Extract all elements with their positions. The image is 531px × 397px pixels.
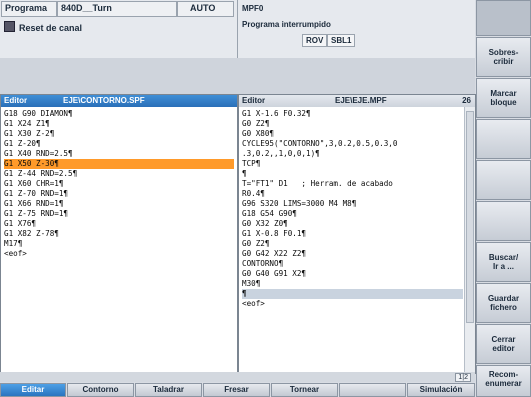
code-line[interactable]: G96 S320 LIMS=3000 M4 M8¶ [242, 199, 463, 209]
code-line[interactable]: G18 G54 G90¶ [242, 209, 463, 219]
current-code-line[interactable]: ¶ [242, 289, 463, 299]
scrollbar-thumb[interactable] [466, 111, 474, 323]
left-editor-label: Editor [4, 96, 28, 105]
code-line[interactable]: G1 X30 Z-2¶ [4, 129, 234, 139]
code-line[interactable]: G1 Z-44 RND=2.5¶ [4, 169, 234, 179]
code-line[interactable]: CONTORNO¶ [242, 259, 463, 269]
tab-mill[interactable]: Fresar [203, 383, 270, 397]
tab-turn[interactable]: Tornear [271, 383, 338, 397]
tab-contour[interactable]: Contorno [67, 383, 134, 397]
reset-icon [4, 21, 15, 32]
code-line[interactable]: ¶ [242, 169, 463, 179]
left-code-list[interactable]: G18 G90 DIAMON¶ G1 X24 Z1¶ G1 X30 Z-2¶ G… [1, 107, 237, 259]
code-line[interactable]: G1 X66 RND=1¶ [4, 199, 234, 209]
code-line[interactable]: G1 Z-20¶ [4, 139, 234, 149]
page-indicator: 1|2 [455, 373, 471, 382]
search-goto-button[interactable]: Buscar/ Ir a ... [476, 242, 531, 282]
code-line[interactable]: <eof> [4, 249, 234, 259]
code-line[interactable]: M30¶ [242, 279, 463, 289]
operating-mode: AUTO [190, 3, 216, 13]
code-line[interactable]: G0 Z2¶ [242, 119, 463, 129]
right-code-list[interactable]: G1 X-1.6 F0.32¶ G0 Z2¶ G0 X80¶ CYCLE95("… [239, 107, 475, 309]
header-divider [237, 0, 238, 58]
right-editor-label: Editor [242, 96, 266, 105]
program-status: Programa interrumpido [242, 20, 331, 29]
status-line [0, 372, 475, 382]
reset-text: Reset de canal [19, 23, 83, 33]
tab-empty[interactable] [339, 383, 406, 397]
code-line[interactable]: <eof> [242, 299, 463, 309]
save-file-button[interactable]: Guardar fichero [476, 283, 531, 323]
code-line[interactable]: G1 X-0.8 F0.1¶ [242, 229, 463, 239]
code-line[interactable]: G1 X82 Z-78¶ [4, 229, 234, 239]
close-editor-button[interactable]: Cerrar editor [476, 324, 531, 364]
code-line[interactable]: G0 G40 G91 X2¶ [242, 269, 463, 279]
channel-reset-status: Reset de canal [4, 21, 82, 33]
softkey-blank-top [476, 0, 531, 36]
code-line[interactable]: R0.4¶ [242, 189, 463, 199]
left-editor-title: Editor EJE\CONTORNO.SPF [1, 95, 237, 107]
code-line[interactable]: G1 X60 CHR=1¶ [4, 179, 234, 189]
sbl-indicator: SBL1 [327, 34, 356, 47]
right-editor-title: Editor EJE\EJE.MPF 26 [239, 95, 475, 107]
code-line[interactable]: G1 Z-70 RND=1¶ [4, 189, 234, 199]
code-line[interactable]: G1 Z-75 RND=1¶ [4, 209, 234, 219]
code-line[interactable]: G0 G42 X22 Z2¶ [242, 249, 463, 259]
softkey-empty-3[interactable] [476, 119, 531, 159]
code-line[interactable]: G1 X76¶ [4, 219, 234, 229]
code-line[interactable]: G1 X24 Z1¶ [4, 119, 234, 129]
vertical-scrollbar[interactable] [464, 107, 475, 373]
right-editor-file: EJE\EJE.MPF [335, 96, 387, 105]
header-band [0, 58, 475, 94]
code-line[interactable]: G1 X40 RND=2.5¶ [4, 149, 234, 159]
left-editor-pane[interactable]: Editor EJE\CONTORNO.SPF G18 G90 DIAMON¶ … [0, 94, 238, 374]
code-line[interactable]: G18 G90 DIAMON¶ [4, 109, 234, 119]
program-label: Programa [5, 3, 48, 13]
code-line[interactable]: CYCLE95("CONTORNO",3,0.2,0.5,0.3,0 [242, 139, 463, 149]
softkey-empty-5[interactable] [476, 201, 531, 241]
code-line[interactable]: G0 X80¶ [242, 129, 463, 139]
renumber-button[interactable]: Recom- enumerar [476, 365, 531, 397]
code-line[interactable]: TCP¶ [242, 159, 463, 169]
code-line[interactable]: T="FT1" D1 ; Herram. de acabado [242, 179, 463, 189]
rov-indicator: ROV [302, 34, 328, 47]
mark-block-button[interactable]: Marcar bloque [476, 78, 531, 118]
line-number: 26 [462, 96, 471, 105]
tab-drill[interactable]: Taladrar [135, 383, 202, 397]
program-name: MPF0 [242, 4, 264, 13]
code-line[interactable]: M17¶ [4, 239, 234, 249]
channel-name: 840D__Turn [61, 3, 112, 13]
overwrite-button[interactable]: Sobres- cribir [476, 37, 531, 77]
right-editor-pane[interactable]: Editor EJE\EJE.MPF 26 G1 X-1.6 F0.32¶ G0… [238, 94, 476, 374]
tab-simulation[interactable]: Simulación [407, 383, 475, 397]
left-editor-file: EJE\CONTORNO.SPF [63, 96, 145, 105]
sinumerik-operator-panel: Programa 840D__Turn AUTO MPF0 Reset de c… [0, 0, 531, 397]
selected-code-line[interactable]: G1 X50 Z-30¶ [4, 159, 234, 169]
code-line[interactable]: G1 X-1.6 F0.32¶ [242, 109, 463, 119]
tab-edit[interactable]: Editar [0, 383, 66, 397]
code-line[interactable]: .3,0.2,,1,0,0,1)¶ [242, 149, 463, 159]
code-line[interactable]: G0 X32 Z0¶ [242, 219, 463, 229]
code-line[interactable]: G0 Z2¶ [242, 239, 463, 249]
softkey-empty-4[interactable] [476, 160, 531, 200]
status-header: Programa 840D__Turn AUTO MPF0 Reset de c… [0, 0, 475, 58]
